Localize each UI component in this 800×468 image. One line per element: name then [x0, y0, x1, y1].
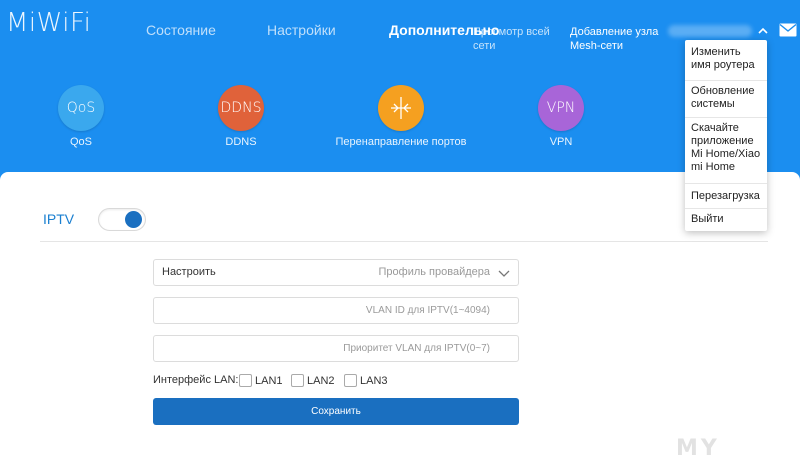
iptv-toggle[interactable] — [98, 208, 146, 231]
top-header: MiWiFi Состояние Настройки Дополнительно… — [0, 0, 800, 180]
iptv-title: IPTV — [43, 211, 75, 227]
feature-port-forwarding-label: Перенаправление портов — [335, 136, 467, 148]
lan3-label: LAN3 — [360, 374, 388, 387]
feature-qos[interactable]: QoS QoS — [11, 85, 151, 148]
feature-ddns[interactable]: DDNS DDNS — [171, 85, 311, 148]
menu-divider — [685, 117, 767, 118]
menu-system-update[interactable]: Обновление системы — [691, 85, 763, 111]
menu-reboot[interactable]: Перезагрузка — [691, 190, 763, 203]
select-hint: Профиль провайдера — [378, 266, 491, 278]
menu-download-app[interactable]: Скачайте приложение Mi Home/Xiao mi Home — [691, 122, 763, 174]
feature-qos-label: QoS — [69, 136, 92, 148]
user-name-blurred[interactable] — [668, 25, 752, 37]
lan1-checkbox[interactable]: LAN1 — [239, 372, 283, 390]
nav-mesh-view[interactable]: Просмотр всей сети — [473, 25, 558, 53]
chevron-down-icon — [498, 270, 510, 277]
lan-interface-label: Интерфейс LAN: — [153, 374, 239, 386]
select-value: Настроить — [162, 266, 216, 278]
ddns-icon: DDNS — [218, 85, 264, 131]
watermark: MY — [676, 436, 720, 461]
vlan-priority-input[interactable] — [153, 335, 519, 362]
vpn-icon: VPN — [538, 85, 584, 131]
section-divider — [40, 241, 768, 242]
feature-port-forwarding[interactable]: Перенаправление портов — [331, 85, 471, 148]
lan3-checkbox[interactable]: LAN3 — [344, 372, 388, 390]
lan2-checkbox[interactable]: LAN2 — [291, 372, 335, 390]
checkbox-box[interactable] — [291, 374, 304, 388]
feature-ddns-label: DDNS — [225, 136, 257, 148]
feature-vpn[interactable]: VPN VPN — [491, 85, 631, 148]
menu-divider — [685, 208, 767, 209]
menu-divider — [685, 183, 767, 184]
toggle-knob — [125, 211, 142, 228]
provider-profile-select[interactable]: Настроить Профиль провайдера — [153, 259, 519, 286]
nav-mesh-add[interactable]: Добавление узла Mesh-сети — [570, 25, 670, 53]
menu-divider — [685, 80, 767, 81]
checkbox-box[interactable] — [239, 374, 252, 388]
feature-vpn-label: VPN — [549, 136, 573, 148]
mail-icon[interactable] — [779, 23, 797, 37]
menu-logout[interactable]: Выйти — [691, 213, 763, 226]
user-dropdown-menu: Изменить имя роутера Обновление системы … — [685, 40, 767, 231]
miwifi-logo: MiWiFi — [6, 8, 92, 38]
chevron-up-icon[interactable] — [758, 26, 768, 36]
lan2-label: LAN2 — [307, 374, 335, 387]
lan1-label: LAN1 — [255, 374, 283, 387]
menu-rename-router[interactable]: Изменить имя роутера — [691, 46, 763, 72]
nav-settings[interactable]: Настройки — [267, 22, 336, 38]
qos-icon: QoS — [58, 85, 104, 131]
port-forward-icon — [378, 85, 424, 131]
nav-status[interactable]: Состояние — [146, 22, 216, 38]
checkbox-box[interactable] — [344, 374, 357, 388]
vlan-id-input[interactable] — [153, 297, 519, 324]
save-button[interactable]: Сохранить — [153, 398, 519, 425]
